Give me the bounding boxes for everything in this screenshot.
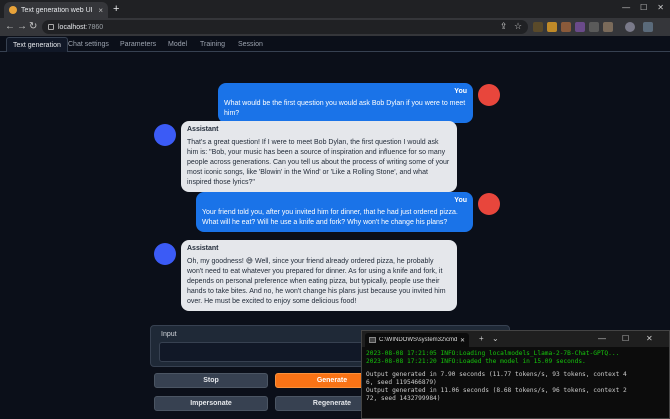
message-author: Assistant [187, 245, 219, 252]
message-text: Your friend told you, after you invited … [202, 209, 458, 226]
terminal-line: Output generated in 11.06 seconds (8.68 … [366, 387, 627, 394]
assistant-avatar [154, 124, 176, 146]
extension-icon[interactable] [547, 22, 557, 32]
close-window-icon[interactable]: ✕ [657, 3, 664, 12]
extension-icon[interactable] [589, 22, 599, 32]
favicon-icon [9, 6, 17, 14]
new-tab-icon[interactable]: + [479, 334, 484, 343]
browser-tab-title: Text generation web UI [21, 6, 93, 14]
reload-icon[interactable]: ↻ [29, 20, 37, 34]
tab-text-generation[interactable]: Text generation [6, 37, 68, 52]
app-tab-bar: Text generation Chat settings Parameters… [0, 36, 670, 52]
window-controls: — ☐ ✕ [622, 3, 664, 12]
minimize-icon[interactable]: — [598, 334, 606, 343]
message-author: Assistant [187, 126, 219, 133]
terminal-line: 6, seed 1195466879) [366, 379, 437, 386]
tab-session[interactable]: Session [232, 37, 269, 52]
terminal-line: 2023-08-08 17:21:05 INFO:Loading localmo… [366, 350, 620, 357]
user-message: You Your friend told you, after you invi… [196, 192, 473, 232]
tab-model[interactable]: Model [162, 37, 193, 52]
back-icon[interactable]: ← [5, 20, 15, 34]
terminal-line: Output generated in 7.90 seconds (11.77 … [366, 371, 627, 378]
assistant-message: Assistant Oh, my goodness! 😅 Well, since… [181, 240, 457, 311]
terminal-window[interactable]: C:\WINDOWS\system32\cmd. ✕ + ⌄ — ☐ ✕ 202… [361, 330, 670, 419]
message-text: Oh, my goodness! 😅 Well, since your frie… [187, 258, 446, 305]
minimize-icon[interactable]: — [622, 3, 630, 12]
address-bar[interactable]: localhost:7860 [42, 20, 528, 34]
user-avatar [478, 84, 500, 106]
message-text: What would be the first question you wou… [224, 100, 466, 117]
browser-tab[interactable]: Text generation web UI × [4, 2, 108, 18]
stop-button[interactable]: Stop [154, 373, 268, 388]
tab-training[interactable]: Training [194, 37, 231, 52]
maximize-icon[interactable]: ☐ [640, 3, 647, 12]
url-host: localhost [58, 23, 86, 31]
terminal-title-bar: C:\WINDOWS\system32\cmd. ✕ + ⌄ — ☐ ✕ [362, 331, 669, 347]
extension-icon[interactable] [603, 22, 613, 32]
tab-parameters[interactable]: Parameters [114, 37, 162, 52]
close-tab-icon[interactable]: × [98, 6, 103, 15]
extension-icon[interactable] [533, 22, 543, 32]
terminal-tab[interactable]: C:\WINDOWS\system32\cmd. ✕ [365, 333, 469, 347]
terminal-line: 2023-08-08 17:21:20 INFO:Loaded the mode… [366, 358, 586, 365]
user-avatar [478, 193, 500, 215]
message-text: That's a great question! If I were to me… [187, 139, 450, 186]
info-icon[interactable] [48, 24, 54, 30]
chevron-down-icon[interactable]: ⌄ [492, 334, 499, 343]
new-tab-button[interactable]: + [113, 2, 119, 16]
terminal-output: 2023-08-08 17:21:05 INFO:Loading localmo… [366, 350, 666, 403]
user-message: You What would be the first question you… [218, 83, 473, 123]
tab-chat-settings[interactable]: Chat settings [62, 37, 115, 52]
close-window-icon[interactable]: ✕ [646, 334, 653, 343]
share-icon[interactable]: ⇪ [500, 21, 508, 32]
impersonate-button[interactable]: Impersonate [154, 396, 268, 411]
assistant-avatar [154, 243, 176, 265]
profile-avatar[interactable] [625, 22, 635, 32]
maximize-icon[interactable]: ☐ [622, 334, 629, 343]
terminal-title: C:\WINDOWS\system32\cmd. [379, 337, 457, 343]
cmd-icon [369, 337, 376, 343]
message-author: You [454, 88, 467, 95]
close-tab-icon[interactable]: ✕ [460, 337, 465, 344]
extension-icon[interactable] [643, 22, 653, 32]
forward-icon[interactable]: → [17, 20, 27, 34]
input-label: Input [161, 331, 177, 338]
url-port: :7860 [85, 23, 104, 31]
assistant-message: Assistant That's a great question! If I … [181, 121, 457, 192]
terminal-line: 72, seed 1432799984) [366, 395, 441, 402]
browser-toolbar: ← → ↻ localhost:7860 ⇪ ☆ [0, 18, 670, 36]
bookmark-star-icon[interactable]: ☆ [514, 21, 522, 32]
browser-tab-bar: Text generation web UI × + — ☐ ✕ [0, 0, 670, 18]
message-author: You [454, 197, 467, 204]
extension-icon[interactable] [561, 22, 571, 32]
extension-icon[interactable] [575, 22, 585, 32]
